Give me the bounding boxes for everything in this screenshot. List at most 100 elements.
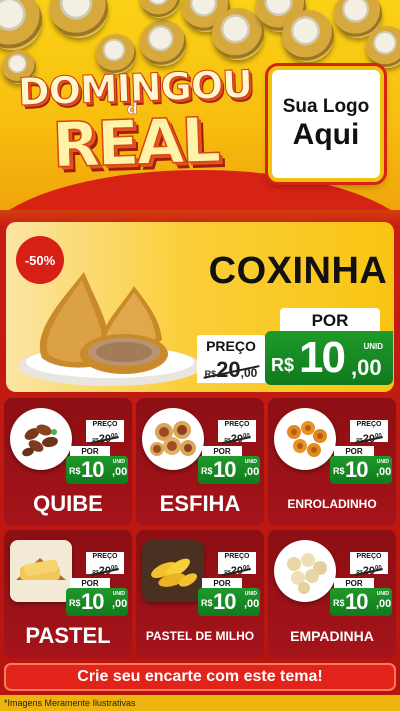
product-name: ESFIHA	[159, 491, 241, 516]
coin-image	[282, 10, 334, 62]
header-banner: DOMINGOU d REAL Sua Logo Aqui	[0, 0, 400, 210]
hero-unit: UNID	[363, 342, 383, 351]
price-unit: UNID	[244, 591, 257, 597]
product-card-esfiha: PREÇO R$2000 POR R$ 10 ,00 UNID ESFIHA	[136, 398, 264, 526]
preco-label: PREÇO	[350, 420, 388, 430]
old-cents: 00	[110, 433, 118, 439]
old-value: 20	[362, 432, 375, 445]
hero-price-value: 10	[299, 333, 346, 382]
hero-old-value: 20	[216, 357, 241, 382]
create-flyer-button[interactable]: Crie seu encarte com este tema!	[4, 663, 396, 691]
hero-old-currency: R$	[204, 369, 217, 379]
title-main-text: REAL	[50, 102, 220, 182]
old-value: 20	[98, 432, 111, 445]
featured-product-name: COXINHA	[208, 250, 388, 292]
quibe-image	[10, 408, 72, 470]
old-cents: 00	[374, 433, 382, 439]
logo-placeholder: Sua Logo Aqui	[268, 66, 384, 182]
product-card-pastel: PREÇO R$2000 POR R$ 10 ,00 UNID PASTEL	[4, 530, 132, 658]
price-tag: R$ 10 ,00 UNID	[330, 456, 392, 484]
coin-image	[140, 20, 186, 66]
old-price: R$2000	[86, 430, 124, 445]
price-unit: UNID	[244, 459, 257, 465]
price-unit: UNID	[112, 591, 125, 597]
preco-label: PREÇO	[218, 552, 256, 562]
price-value: 10	[213, 457, 237, 482]
price-cents: ,00	[244, 598, 260, 610]
old-price: R$2000	[218, 562, 256, 577]
discount-badge: -50%	[16, 236, 64, 284]
hero-price-tag: R$ 10 ,00 UNID	[265, 331, 393, 385]
price-currency: R$	[333, 598, 345, 608]
pastel-image	[10, 540, 72, 602]
coin-image	[212, 8, 264, 60]
old-price: R$2000	[350, 430, 388, 445]
price-value: 10	[345, 457, 369, 482]
coin-image	[0, 0, 42, 50]
price-currency: R$	[333, 466, 345, 476]
product-name: QUIBE	[33, 491, 103, 516]
price-cents: ,00	[112, 466, 128, 478]
product-name: EMPADINHA	[290, 628, 374, 644]
hero-price-cents: ,00	[351, 355, 382, 380]
old-cents: 00	[374, 565, 382, 571]
price-value: 10	[213, 589, 237, 614]
esfiha-image	[142, 408, 204, 470]
preco-label: PREÇO	[86, 420, 124, 430]
product-name: ENROLADINHO	[287, 497, 377, 511]
preco-label: PREÇO	[218, 420, 256, 430]
price-cents: ,00	[112, 598, 128, 610]
preco-label: PREÇO	[350, 552, 388, 562]
price-tag: R$ 10 ,00 UNID	[198, 588, 260, 616]
coin-image	[140, 0, 180, 18]
old-cents: 00	[242, 433, 250, 439]
coin-image	[366, 26, 400, 68]
old-price: R$2000	[350, 562, 388, 577]
price-unit: UNID	[376, 459, 389, 465]
price-tag: R$ 10 ,00 UNID	[330, 588, 392, 616]
pastel-de-milho-image	[142, 540, 204, 602]
logo-line1: Sua Logo	[282, 96, 370, 118]
old-value: 20	[230, 432, 243, 445]
price-cents: ,00	[376, 598, 392, 610]
hero-old-price-text: R$20,00	[205, 357, 258, 383]
price-cents: ,00	[244, 466, 260, 478]
product-card-enroladinho: PREÇO R$2000 POR R$ 10 ,00 UNID ENROLADI…	[268, 398, 396, 526]
hero-preco-label: PREÇO	[197, 335, 265, 357]
product-card-quibe: PREÇO R$2000 POR R$ 10 ,00 UNID QUIBE	[4, 398, 132, 526]
preco-label: PREÇO	[86, 552, 124, 562]
old-price: R$2000	[86, 562, 124, 577]
coin-image	[50, 0, 108, 38]
price-unit: UNID	[376, 591, 389, 597]
product-name: PASTEL DE MILHO	[145, 629, 255, 643]
campaign-title: DOMINGOU d REAL	[10, 61, 260, 186]
empadinha-image	[274, 540, 336, 602]
product-name: PASTEL	[25, 623, 111, 648]
old-price: R$2000	[218, 430, 256, 445]
price-currency: R$	[201, 598, 213, 608]
price-tag: R$ 10 ,00 UNID	[66, 456, 128, 484]
enroladinho-image	[274, 408, 336, 470]
product-card-empadinha: PREÇO R$2000 POR R$ 10 ,00 UNID EMPADINH…	[268, 530, 396, 658]
price-tag: R$ 10 ,00 UNID	[198, 456, 260, 484]
price-unit: UNID	[112, 459, 125, 465]
old-cents: 00	[242, 565, 250, 571]
disclaimer-text: *Imagens Meramente Ilustrativas	[0, 695, 400, 711]
price-value: 10	[81, 589, 105, 614]
hero-old-price: R$20,00	[197, 357, 265, 383]
old-value: 20	[230, 564, 243, 577]
price-value: 10	[81, 457, 105, 482]
hero-currency: R$	[271, 355, 295, 375]
price-currency: R$	[69, 466, 81, 476]
price-tag: R$ 10 ,00 UNID	[66, 588, 128, 616]
price-value: 10	[345, 589, 369, 614]
price-cents: ,00	[376, 466, 392, 478]
old-cents: 00	[110, 565, 118, 571]
old-value: 20	[362, 564, 375, 577]
hero-old-cents: ,00	[240, 366, 258, 380]
product-card-pastel-de-milho: PREÇO R$2000 POR R$ 10 ,00 UNID PASTEL D…	[136, 530, 264, 658]
price-currency: R$	[201, 466, 213, 476]
price-currency: R$	[69, 598, 81, 608]
logo-line2: Aqui	[292, 117, 360, 151]
old-value: 20	[98, 564, 111, 577]
